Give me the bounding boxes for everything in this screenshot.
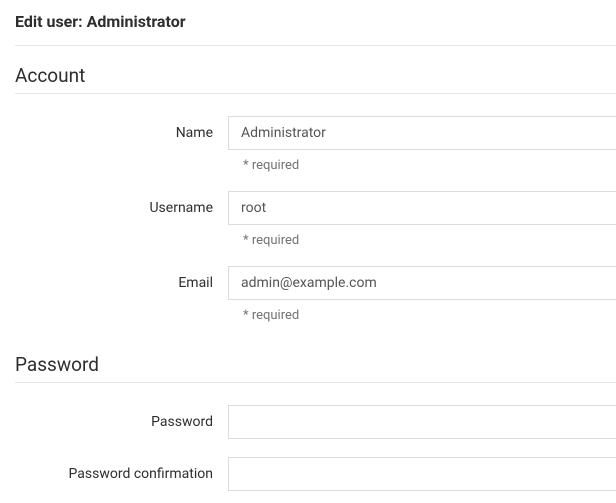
label-email: Email [15,275,228,291]
password-field[interactable] [228,405,616,439]
section-heading-account: Account [15,64,616,94]
label-password-confirmation: Password confirmation [15,466,228,482]
label-username: Username [15,200,228,216]
form-row-name: Name [15,116,616,150]
help-text-username: * required [228,229,616,248]
password-confirmation-field[interactable] [228,457,616,491]
username-field[interactable] [228,191,616,225]
form-row-password-confirmation: Password confirmation [15,457,616,491]
help-text-email: * required [228,304,616,323]
name-field[interactable] [228,116,616,150]
page-title: Edit user: Administrator [15,12,616,46]
help-row-email: * required [15,304,616,323]
form-row-username: Username [15,191,616,225]
help-row-username: * required [15,229,616,248]
section-heading-password: Password [15,353,616,383]
label-password: Password [15,414,228,430]
form-row-password: Password [15,405,616,439]
label-name: Name [15,125,228,141]
form-row-email: Email [15,266,616,300]
email-field[interactable] [228,266,616,300]
help-row-name: * required [15,154,616,173]
help-text-name: * required [228,154,616,173]
